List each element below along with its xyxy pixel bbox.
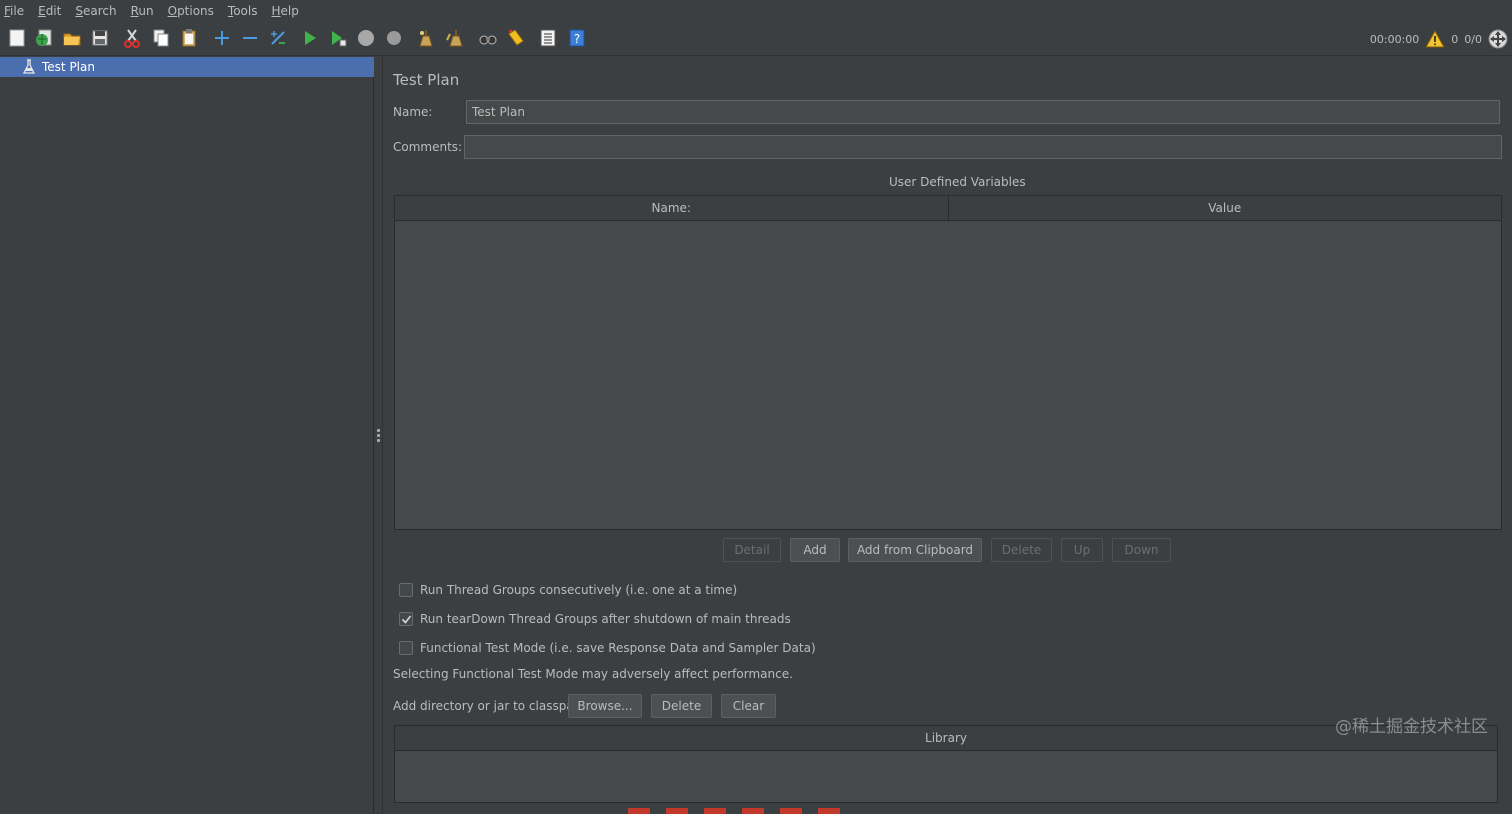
clear-all-icon[interactable]: [444, 27, 466, 49]
run-teardown-label: Run tearDown Thread Groups after shutdow…: [420, 612, 791, 626]
search-icon[interactable]: [477, 27, 499, 49]
down-button[interactable]: Down: [1112, 538, 1171, 562]
expand-icon[interactable]: [211, 27, 233, 49]
functional-test-mode-checkbox[interactable]: [399, 641, 413, 655]
split-pane-divider[interactable]: [374, 57, 383, 814]
page-title: Test Plan: [393, 71, 460, 89]
add-from-clipboard-button[interactable]: Add from Clipboard: [848, 538, 982, 562]
menu-run[interactable]: Run: [131, 4, 154, 18]
start-no-pause-icon[interactable]: [327, 27, 349, 49]
clear-classpath-button[interactable]: Clear: [721, 694, 776, 718]
functional-mode-note: Selecting Functional Test Mode may adver…: [393, 667, 793, 681]
cropped-overlay-fragment: [628, 808, 902, 814]
help-icon[interactable]: ?: [566, 27, 588, 49]
delete-variable-button[interactable]: Delete: [991, 538, 1052, 562]
menu-edit[interactable]: Edit: [38, 4, 61, 18]
menu-tools[interactable]: Tools: [228, 4, 258, 18]
functional-test-mode-label: Functional Test Mode (i.e. save Response…: [420, 641, 816, 655]
remote-status-icon[interactable]: [1488, 29, 1508, 49]
column-header-library[interactable]: Library: [395, 726, 1497, 750]
detail-button[interactable]: Detail: [723, 538, 781, 562]
column-header-value[interactable]: Value: [949, 196, 1502, 220]
open-icon[interactable]: [61, 27, 83, 49]
user-defined-variables-caption: User Defined Variables: [889, 175, 1026, 189]
shutdown-icon[interactable]: [383, 27, 405, 49]
classpath-label: Add directory or jar to classpath: [393, 699, 587, 713]
watermark: @稀土掘金技术社区: [1335, 717, 1488, 737]
copy-icon[interactable]: [150, 27, 172, 49]
checkmark-icon: [401, 615, 411, 624]
stop-icon[interactable]: [355, 27, 377, 49]
paste-icon[interactable]: [178, 27, 200, 49]
table-header: Name: Value: [395, 196, 1501, 221]
browse-button[interactable]: Browse...: [568, 694, 642, 718]
function-helper-icon[interactable]: [537, 27, 559, 49]
drag-handle-icon[interactable]: [377, 429, 380, 443]
toolbar: ? 00:00:00 0 0/0: [0, 22, 1512, 56]
menu-search[interactable]: Search: [75, 4, 116, 18]
warning-count: 0: [1451, 32, 1459, 46]
warning-icon[interactable]: [1425, 29, 1446, 49]
tree-node-test-plan[interactable]: Test Plan: [0, 57, 374, 77]
run-teardown-checkbox[interactable]: [399, 612, 413, 626]
functional-test-mode-option[interactable]: Functional Test Mode (i.e. save Response…: [399, 641, 816, 655]
templates-icon[interactable]: [33, 27, 55, 49]
library-table[interactable]: Library: [394, 725, 1498, 803]
run-consecutively-option[interactable]: Run Thread Groups consecutively (i.e. on…: [399, 583, 737, 597]
table-header: Library: [395, 726, 1497, 751]
reset-search-icon[interactable]: [505, 27, 527, 49]
delete-classpath-button[interactable]: Delete: [651, 694, 712, 718]
column-header-name[interactable]: Name:: [395, 196, 949, 220]
toggle-icon[interactable]: [267, 27, 289, 49]
thread-count: 0/0: [1464, 32, 1482, 46]
elapsed-time: 00:00:00: [1369, 32, 1420, 46]
clear-icon[interactable]: [415, 27, 437, 49]
new-icon[interactable]: [6, 27, 28, 49]
menu-help[interactable]: Help: [272, 4, 299, 18]
run-consecutively-label: Run Thread Groups consecutively (i.e. on…: [420, 583, 738, 597]
name-field[interactable]: Test Plan: [466, 100, 1500, 124]
comments-label: Comments:: [393, 140, 463, 154]
test-plan-editor: Test Plan Name: Test Plan Comments: User…: [384, 57, 1512, 814]
add-button[interactable]: Add: [790, 538, 840, 562]
user-defined-variables-table[interactable]: Name: Value: [394, 195, 1502, 530]
start-icon[interactable]: [299, 27, 321, 49]
collapse-icon[interactable]: [239, 27, 261, 49]
run-consecutively-checkbox[interactable]: [399, 583, 413, 597]
run-teardown-option[interactable]: Run tearDown Thread Groups after shutdow…: [399, 612, 791, 626]
status-area: 00:00:00 0 0/0: [1370, 22, 1508, 56]
name-label: Name:: [393, 105, 433, 119]
comments-field[interactable]: [464, 135, 1502, 159]
menu-bar: File Edit Search Run Options Tools Help: [0, 0, 1512, 22]
test-plan-tree: Test Plan: [0, 57, 374, 814]
svg-text:?: ?: [574, 32, 580, 46]
up-button[interactable]: Up: [1061, 538, 1103, 562]
save-icon[interactable]: [89, 27, 111, 49]
menu-file[interactable]: File: [4, 4, 24, 18]
menu-options[interactable]: Options: [168, 4, 214, 18]
tree-node-label: Test Plan: [42, 60, 95, 74]
cut-icon[interactable]: [121, 27, 143, 49]
flask-icon: [22, 59, 36, 75]
